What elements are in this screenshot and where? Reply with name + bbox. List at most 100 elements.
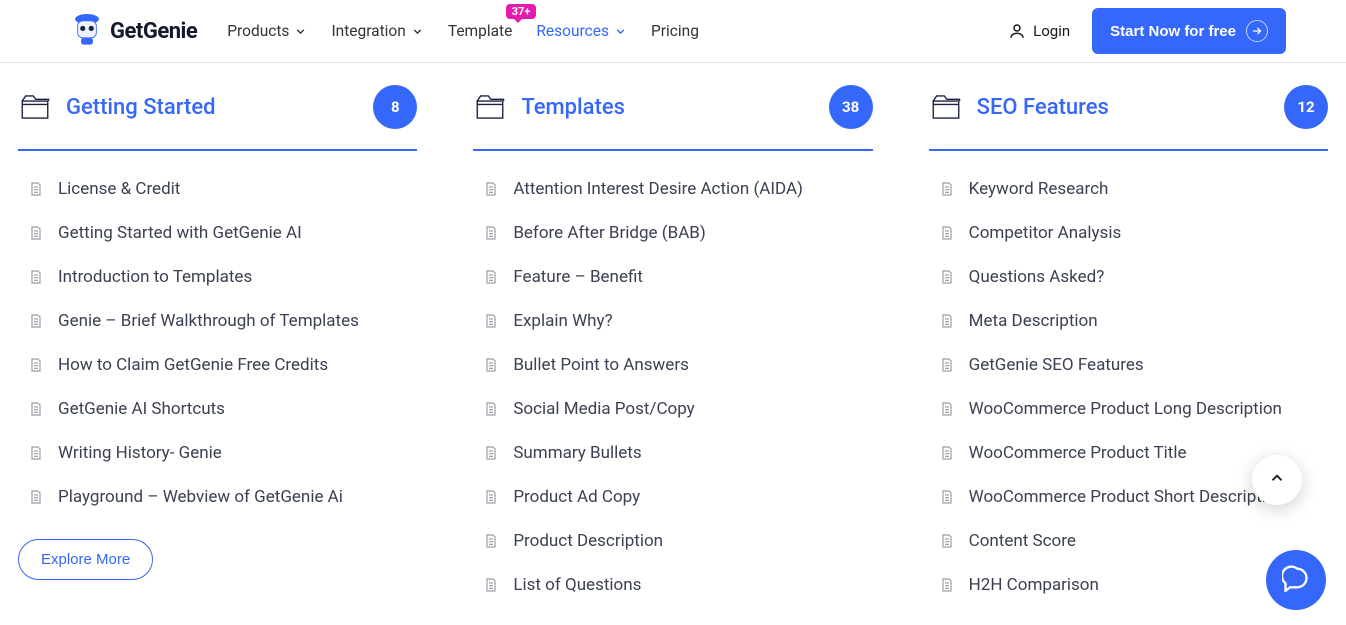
explore-more-button[interactable]: Explore More — [18, 539, 153, 580]
nav-template-label: Template — [448, 22, 513, 40]
list-item[interactable]: Questions Asked? — [939, 267, 1328, 287]
list-item[interactable]: Playground – Webview of GetGenie Ai — [28, 487, 417, 507]
main-nav: Products Integration Template 37+ Resour… — [227, 22, 699, 40]
list-item[interactable]: Writing History- Genie — [28, 443, 417, 463]
document-icon — [483, 533, 499, 549]
nav-resources[interactable]: Resources — [536, 22, 627, 40]
item-label: Genie – Brief Walkthrough of Templates — [58, 311, 359, 331]
column-templates: Templates 38 Attention Interest Desire A… — [455, 63, 890, 617]
list-item[interactable]: Keyword Research — [939, 179, 1328, 199]
item-label: Introduction to Templates — [58, 267, 252, 287]
item-label: Attention Interest Desire Action (AIDA) — [513, 179, 803, 199]
document-icon — [483, 445, 499, 461]
list-item[interactable]: Social Media Post/Copy — [483, 399, 872, 419]
document-icon — [939, 269, 955, 285]
item-list: Keyword Research Competitor Analysis Que… — [929, 179, 1328, 595]
logo-icon — [70, 12, 104, 50]
column-getting-started: Getting Started 8 License & Credit Getti… — [0, 63, 435, 617]
document-icon — [483, 489, 499, 505]
item-label: Keyword Research — [969, 179, 1109, 199]
item-label: Meta Description — [969, 311, 1098, 331]
item-label: GetGenie SEO Features — [969, 355, 1144, 375]
document-icon — [483, 313, 499, 329]
item-label: Content Score — [969, 531, 1076, 551]
list-item[interactable]: License & Credit — [28, 179, 417, 199]
list-item[interactable]: Meta Description — [939, 311, 1328, 331]
list-item[interactable]: How to Claim GetGenie Free Credits — [28, 355, 417, 375]
nav-integration[interactable]: Integration — [331, 22, 423, 40]
document-icon — [28, 225, 44, 241]
item-label: GetGenie AI Shortcuts — [58, 399, 225, 419]
document-icon — [939, 401, 955, 417]
item-label: WooCommerce Product Short Description — [969, 487, 1285, 507]
content-columns: Getting Started 8 License & Credit Getti… — [0, 63, 1346, 617]
template-badge: 37+ — [506, 4, 537, 19]
document-icon — [939, 577, 955, 593]
column-title[interactable]: Getting Started — [66, 95, 359, 120]
header-left: GetGenie Products Integration Template 3… — [70, 12, 699, 50]
document-icon — [483, 225, 499, 241]
list-item[interactable]: Getting Started with GetGenie AI — [28, 223, 417, 243]
nav-template[interactable]: Template 37+ — [448, 22, 513, 40]
nav-integration-label: Integration — [331, 22, 405, 40]
document-icon — [28, 401, 44, 417]
chat-button[interactable] — [1266, 550, 1326, 610]
logo[interactable]: GetGenie — [70, 12, 197, 50]
document-icon — [483, 181, 499, 197]
column-header: Getting Started 8 — [18, 85, 417, 151]
column-seo-features: SEO Features 12 Keyword Research Competi… — [911, 63, 1346, 617]
login-link[interactable]: Login — [1008, 22, 1070, 40]
column-title[interactable]: SEO Features — [977, 95, 1270, 120]
count-badge: 8 — [373, 85, 417, 129]
document-icon — [483, 357, 499, 373]
list-item[interactable]: Introduction to Templates — [28, 267, 417, 287]
item-label: Feature – Benefit — [513, 267, 643, 287]
document-icon — [28, 313, 44, 329]
list-item[interactable]: Feature – Benefit — [483, 267, 872, 287]
list-item[interactable]: Genie – Brief Walkthrough of Templates — [28, 311, 417, 331]
list-item[interactable]: Content Score — [939, 531, 1328, 551]
nav-resources-label: Resources — [536, 22, 609, 40]
document-icon — [939, 533, 955, 549]
list-item[interactable]: GetGenie AI Shortcuts — [28, 399, 417, 419]
arrow-right-icon — [1246, 20, 1268, 42]
cta-label: Start Now for free — [1110, 23, 1236, 40]
document-icon — [483, 269, 499, 285]
list-item[interactable]: Summary Bullets — [483, 443, 872, 463]
chevron-down-icon — [411, 25, 424, 38]
folder-icon — [929, 90, 963, 124]
list-item[interactable]: GetGenie SEO Features — [939, 355, 1328, 375]
document-icon — [28, 181, 44, 197]
item-label: Competitor Analysis — [969, 223, 1122, 243]
list-item[interactable]: Attention Interest Desire Action (AIDA) — [483, 179, 872, 199]
list-item[interactable]: List of Questions — [483, 575, 872, 595]
list-item[interactable]: Bullet Point to Answers — [483, 355, 872, 375]
nav-products-label: Products — [227, 22, 289, 40]
item-label: H2H Comparison — [969, 575, 1099, 595]
list-item[interactable]: Product Description — [483, 531, 872, 551]
scroll-top-button[interactable] — [1252, 455, 1302, 505]
list-item[interactable]: Explain Why? — [483, 311, 872, 331]
item-list: Attention Interest Desire Action (AIDA) … — [473, 179, 872, 595]
document-icon — [939, 445, 955, 461]
item-label: Writing History- Genie — [58, 443, 222, 463]
document-icon — [28, 269, 44, 285]
document-icon — [939, 225, 955, 241]
item-label: Bullet Point to Answers — [513, 355, 689, 375]
list-item[interactable]: Competitor Analysis — [939, 223, 1328, 243]
document-icon — [939, 313, 955, 329]
item-list: License & Credit Getting Started with Ge… — [18, 179, 417, 507]
list-item[interactable]: Before After Bridge (BAB) — [483, 223, 872, 243]
column-title[interactable]: Templates — [521, 95, 814, 120]
list-item[interactable]: WooCommerce Product Long Description — [939, 399, 1328, 419]
list-item[interactable]: Product Ad Copy — [483, 487, 872, 507]
nav-products[interactable]: Products — [227, 22, 307, 40]
column-header: SEO Features 12 — [929, 85, 1328, 151]
document-icon — [28, 357, 44, 373]
item-label: Product Description — [513, 531, 663, 551]
folder-icon — [18, 90, 52, 124]
nav-pricing[interactable]: Pricing — [651, 22, 699, 40]
start-now-button[interactable]: Start Now for free — [1092, 8, 1286, 54]
chat-icon — [1282, 564, 1310, 596]
item-label: Product Ad Copy — [513, 487, 640, 507]
